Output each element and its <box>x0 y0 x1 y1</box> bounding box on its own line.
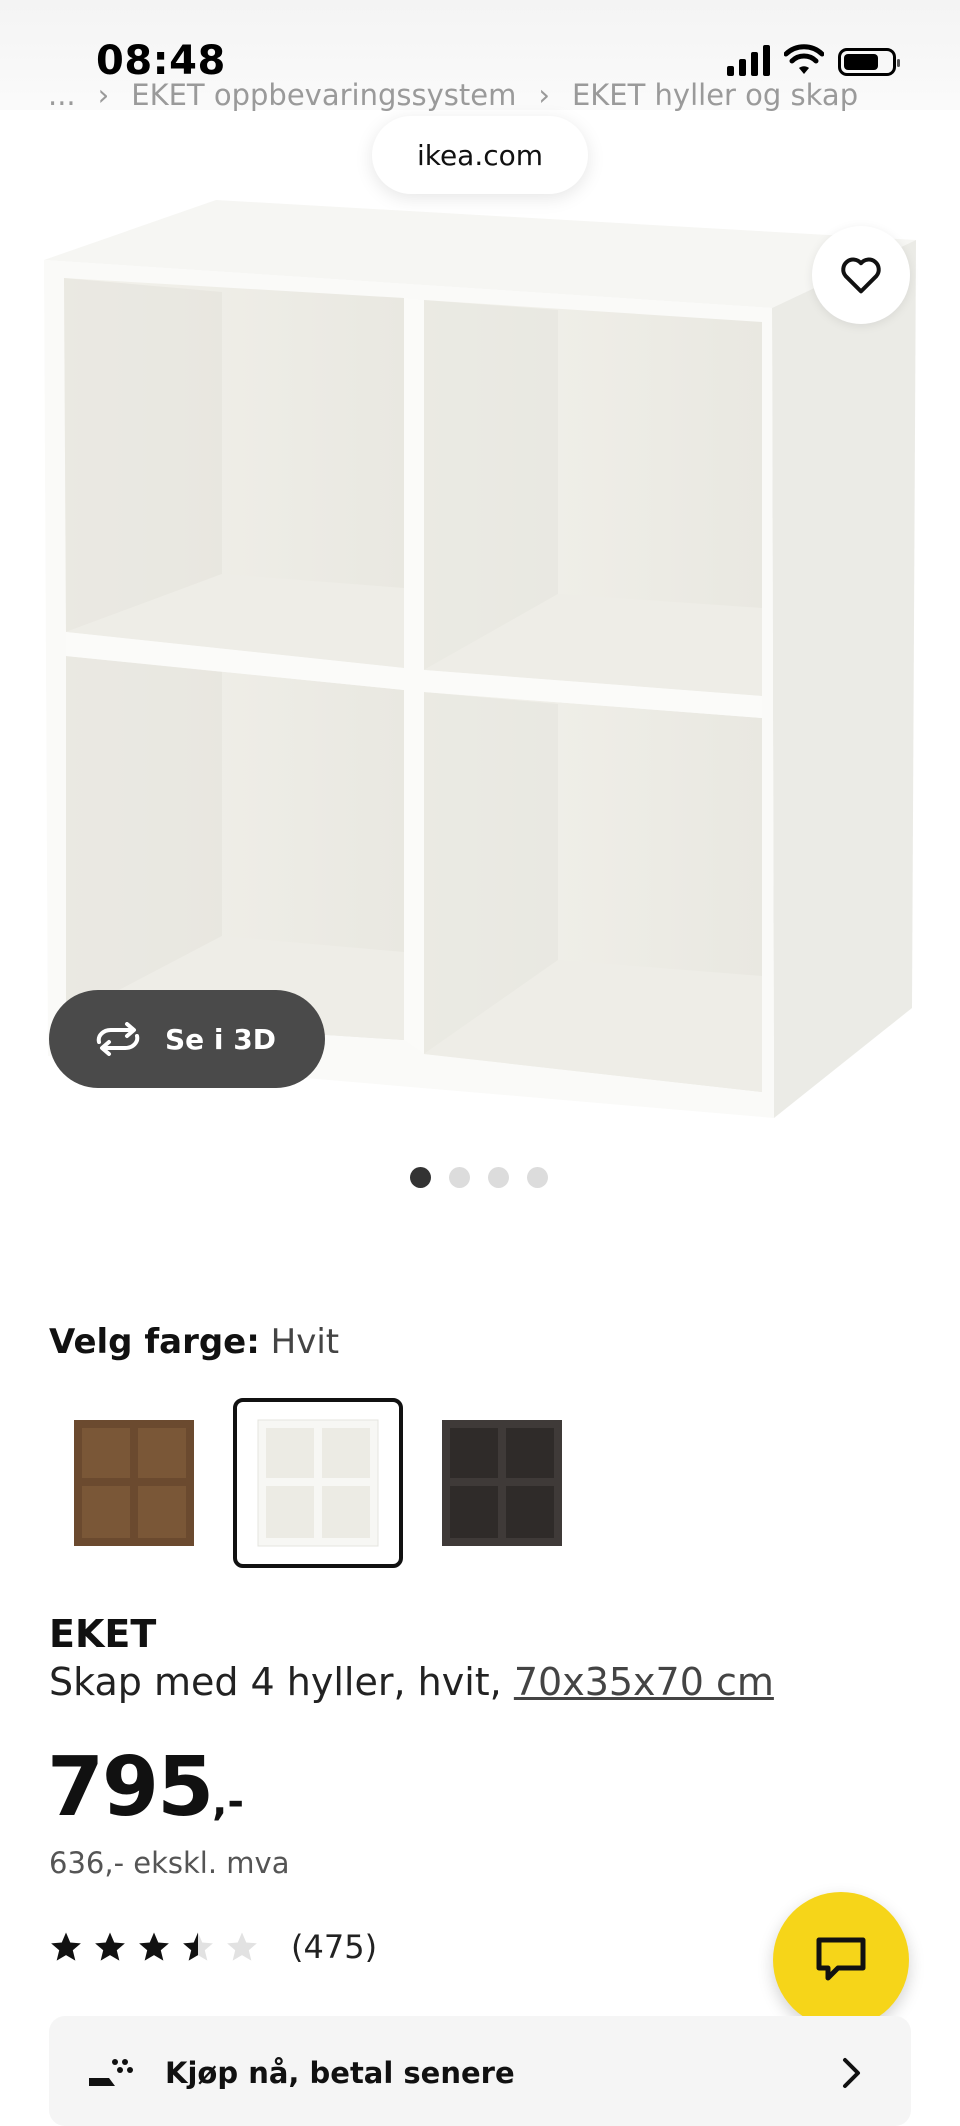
swatch-dark-grey[interactable] <box>417 1398 587 1568</box>
swatch-white[interactable] <box>233 1398 403 1568</box>
view-in-3d-button[interactable]: Se i 3D <box>49 990 325 1088</box>
payment-icon <box>89 2059 133 2086</box>
breadcrumb: ... › EKET oppbevaringssystem › EKET hyl… <box>48 78 858 112</box>
view-in-3d-label: Se i 3D <box>165 1022 276 1056</box>
battery-icon <box>838 48 900 76</box>
rotate-3d-icon <box>96 1022 140 1056</box>
pagination-dot[interactable] <box>488 1167 509 1188</box>
chat-bubble-icon <box>816 1937 866 1981</box>
star-full-icon <box>51 1932 81 1961</box>
product-price: 795,- <box>47 1740 244 1835</box>
color-swatches <box>49 1398 587 1568</box>
product-description-text: Skap med 4 hyller, hvit, <box>49 1660 502 1704</box>
url-text: ikea.com <box>416 138 544 172</box>
pagination-dot[interactable] <box>449 1167 470 1188</box>
pagination-dot[interactable] <box>410 1167 431 1188</box>
product-name: EKET <box>49 1612 157 1656</box>
price-suffix: ,- <box>212 1779 244 1825</box>
status-icons <box>727 44 900 76</box>
star-half-icon <box>183 1932 213 1961</box>
color-label-text: Velg farge: <box>49 1322 260 1362</box>
star-full-icon <box>95 1932 125 1961</box>
star-full-icon <box>139 1932 169 1961</box>
breadcrumb-separator-icon: › <box>97 78 110 112</box>
cellular-signal-icon <box>727 44 770 76</box>
favourite-button[interactable] <box>812 226 910 324</box>
price-value: 795 <box>47 1740 214 1835</box>
buy-now-pay-later-banner[interactable]: Kjøp nå, betal senere <box>49 2016 911 2126</box>
swatch-walnut[interactable] <box>49 1398 219 1568</box>
wifi-icon <box>784 44 824 74</box>
browser-url-pill[interactable]: ikea.com <box>372 116 588 194</box>
cabinet-walnut-thumbnail <box>74 1420 194 1546</box>
price-excl-vat: 636,- ekskl. mva <box>49 1846 290 1880</box>
heart-icon <box>841 257 881 294</box>
review-count: (475) <box>291 1928 378 1966</box>
chevron-right-icon <box>843 2058 860 2088</box>
chat-button[interactable] <box>773 1892 909 2028</box>
image-pagination <box>410 1167 548 1188</box>
product-dimensions-link[interactable]: 70x35x70 cm <box>514 1660 774 1704</box>
color-picker-label: Velg farge: Hvit <box>49 1322 339 1362</box>
selected-color-value: Hvit <box>270 1322 340 1362</box>
breadcrumb-separator-icon: › <box>538 78 550 112</box>
product-rating[interactable]: (475) <box>49 1928 377 1966</box>
pagination-dot[interactable] <box>527 1167 548 1188</box>
status-bar: 08:48 ... › EKET oppbevaringssystem › EK… <box>0 0 960 112</box>
breadcrumb-item[interactable]: ... <box>48 78 76 112</box>
breadcrumb-item[interactable]: EKET oppbevaringssystem <box>131 78 516 112</box>
breadcrumb-item[interactable]: EKET hyller og skap <box>572 78 858 112</box>
product-description: Skap med 4 hyller, hvit, 70x35x70 cm <box>49 1660 774 1704</box>
buy-now-pay-later-label: Kjøp nå, betal senere <box>165 2056 515 2090</box>
star-empty-icon <box>227 1932 257 1961</box>
cabinet-white-thumbnail <box>257 1419 379 1547</box>
cabinet-dark-grey-thumbnail <box>442 1420 562 1546</box>
